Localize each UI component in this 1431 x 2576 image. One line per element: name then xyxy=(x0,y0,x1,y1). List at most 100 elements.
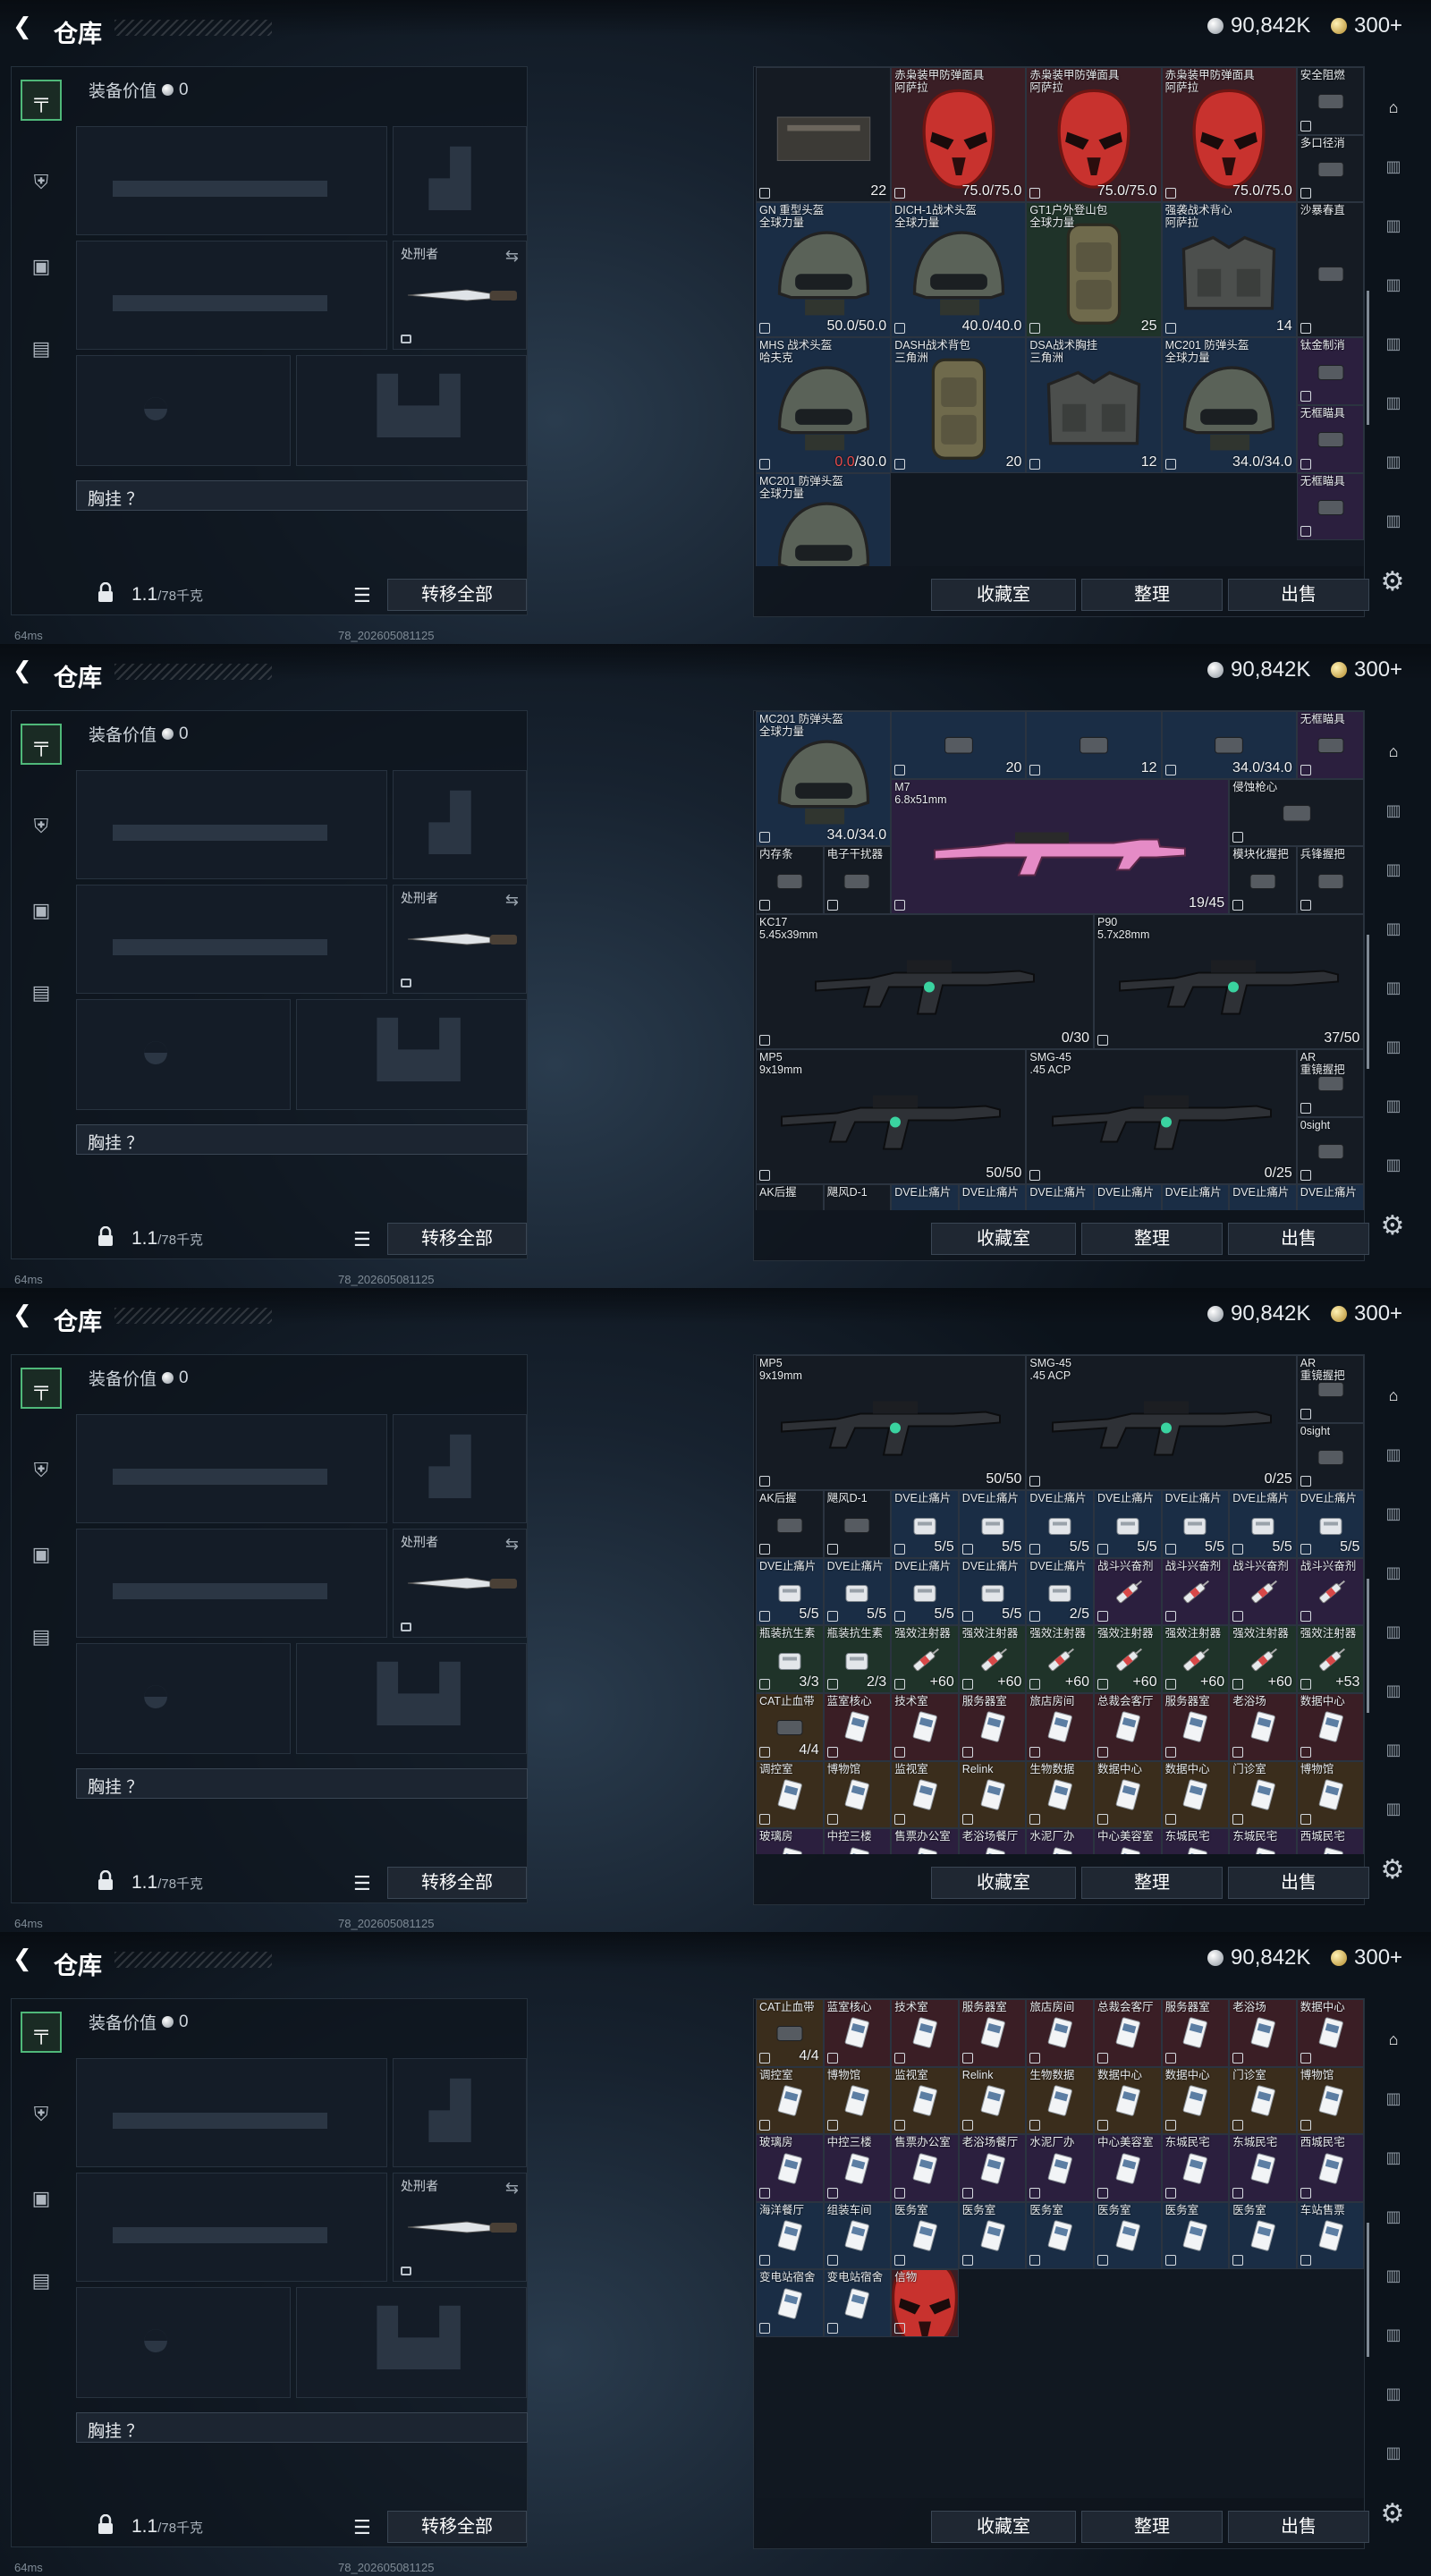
storage-item[interactable]: 信物 xyxy=(891,2269,959,2337)
storage-item[interactable]: 医务室 xyxy=(1094,2201,1162,2270)
storage-item[interactable]: 服务器室 xyxy=(1161,1693,1230,1761)
storage-item[interactable]: 调控室 xyxy=(756,1760,824,1829)
swap-icon[interactable]: ⇆ xyxy=(505,891,519,910)
storage-item[interactable]: 医务室 xyxy=(1026,2201,1094,2270)
storage-item[interactable]: DVE止痛片 5/5 xyxy=(1026,1490,1094,1558)
storage-item[interactable]: 东城民宅 xyxy=(1229,2134,1297,2202)
storage-item[interactable]: 强效注射器 +60 xyxy=(891,1625,959,1693)
storage-item[interactable]: 医务室 xyxy=(1229,2201,1297,2270)
storage-item[interactable]: 东城民宅 xyxy=(1161,1828,1230,1854)
storage-item[interactable]: SMG-45 .45 ACP 0/25 xyxy=(1026,1355,1297,1491)
storage-item[interactable]: 蓝室核心 xyxy=(823,1999,892,2067)
list-icon[interactable]: ☰ xyxy=(353,1872,371,1895)
gear-icon[interactable]: ⚙ xyxy=(1377,1855,1408,1885)
secondary-weapon-slot[interactable]: ▬▬▬▬ xyxy=(76,241,387,350)
storage-item[interactable]: 电子干扰器 xyxy=(823,846,892,914)
storage-item[interactable]: 门诊室 xyxy=(1229,1760,1297,1829)
backpack-tab-icon[interactable]: ▣ xyxy=(21,890,62,931)
storage-item[interactable]: 赤枭装甲防弹面具 阿萨拉 75.0/75.0 xyxy=(1161,67,1297,203)
storage-item[interactable]: DVE止痛片 xyxy=(1094,1184,1162,1210)
storage-item[interactable]: 门诊室 xyxy=(1229,2066,1297,2135)
storage-item[interactable]: 老浴场 xyxy=(1229,1999,1297,2067)
storage-tab-icon[interactable]: ▥ xyxy=(1372,381,1415,424)
collection-button[interactable]: 收藏室 xyxy=(931,579,1076,611)
storage-item[interactable]: 数据中心 xyxy=(1094,2066,1162,2135)
storage-item[interactable]: DVE止痛片 xyxy=(1026,1184,1094,1210)
storage-item[interactable]: 组装车间 xyxy=(823,2201,892,2270)
storage-item[interactable]: 东城民宅 xyxy=(1229,1828,1297,1854)
storage-tab-icon[interactable]: ▥ xyxy=(1372,848,1415,891)
storage-item[interactable]: 安全阻燃 xyxy=(1296,67,1364,135)
rifle-tab-icon[interactable]: ╤ xyxy=(21,724,62,765)
home-icon[interactable]: ⌂ xyxy=(1372,730,1415,773)
storage-item[interactable]: 战斗兴奋剂 xyxy=(1094,1557,1162,1626)
collection-button[interactable]: 收藏室 xyxy=(931,1223,1076,1255)
storage-tab-icon[interactable]: ▥ xyxy=(1372,1025,1415,1068)
chest-rig-slot[interactable]: 胸挂 ？ xyxy=(76,2412,528,2443)
swap-icon[interactable]: ⇆ xyxy=(505,2179,519,2198)
storage-item[interactable]: 旅店房间 xyxy=(1026,1693,1094,1761)
armor-slot[interactable]: ▙▟ xyxy=(296,1643,527,1754)
storage-tab-icon[interactable]: ▥ xyxy=(1372,1433,1415,1476)
storage-item[interactable]: 数据中心 xyxy=(1296,1693,1364,1761)
storage-item[interactable]: 强袭战术背心 阿萨拉 14 xyxy=(1161,202,1297,338)
storage-item[interactable]: CAT止血带 4/4 xyxy=(756,1999,824,2067)
storage-item[interactable]: 0sight xyxy=(1296,1116,1364,1185)
storage-item[interactable]: MHS 战术头盔 哈夫克 0.0/30.0 xyxy=(756,337,892,473)
sell-button[interactable]: 出售 xyxy=(1228,1867,1369,1899)
list-icon[interactable]: ☰ xyxy=(353,584,371,607)
armor-tab-icon[interactable]: ⛨ xyxy=(21,162,62,203)
chest-rig-slot[interactable]: 胸挂 ？ xyxy=(76,1124,528,1155)
case-tab-icon[interactable]: ▤ xyxy=(21,2260,62,2301)
storage-item[interactable]: Relink xyxy=(958,1760,1027,1829)
storage-item[interactable]: AR 重镜握把 xyxy=(1296,1049,1364,1117)
storage-item[interactable]: DVE止痛片 5/5 xyxy=(958,1557,1027,1626)
storage-item[interactable]: DVE止痛片 xyxy=(1161,1184,1230,1210)
storage-tab-icon[interactable]: ▥ xyxy=(1372,2136,1415,2179)
storage-item[interactable]: 无框瞄具 xyxy=(1296,472,1364,541)
primary-weapon-slot[interactable]: ▬▬▬▬ xyxy=(76,770,387,879)
case-tab-icon[interactable]: ▤ xyxy=(21,328,62,369)
storage-item[interactable]: 无框瞄具 xyxy=(1296,711,1364,779)
storage-item[interactable]: 博物馆 xyxy=(1296,2066,1364,2135)
collection-button[interactable]: 收藏室 xyxy=(931,1867,1076,1899)
melee-slot[interactable]: 处刑者 ⇆ xyxy=(393,2173,527,2282)
storage-item[interactable]: SMG-45 .45 ACP 0/25 xyxy=(1026,1049,1297,1185)
sell-button[interactable]: 出售 xyxy=(1228,579,1369,611)
armor-tab-icon[interactable]: ⛨ xyxy=(21,806,62,847)
storage-item[interactable]: Relink xyxy=(958,2066,1027,2135)
storage-tab-icon[interactable]: ▥ xyxy=(1372,907,1415,950)
storage-item[interactable]: 老浴场餐厅 xyxy=(958,1828,1027,1854)
case-tab-icon[interactable]: ▤ xyxy=(21,1616,62,1657)
storage-item[interactable]: DVE止痛片 5/5 xyxy=(891,1557,959,1626)
gear-icon[interactable]: ⚙ xyxy=(1377,567,1408,597)
secondary-weapon-slot[interactable]: ▬▬▬▬ xyxy=(76,885,387,994)
primary-weapon-slot[interactable]: ▬▬▬▬ xyxy=(76,1414,387,1523)
storage-item[interactable]: 西城民宅 xyxy=(1296,1828,1364,1854)
helmet-slot[interactable]: ◒ xyxy=(76,355,291,466)
storage-item[interactable]: 售票办公室 xyxy=(891,2134,959,2202)
storage-item[interactable]: MC201 防弹头盔 全球力量34.0/34.0 xyxy=(756,472,892,566)
storage-item[interactable]: DVE止痛片 xyxy=(1296,1184,1364,1210)
backpack-tab-icon[interactable]: ▣ xyxy=(21,1534,62,1575)
armor-slot[interactable]: ▙▟ xyxy=(296,355,527,466)
secondary-weapon-slot[interactable]: ▬▬▬▬ xyxy=(76,2173,387,2282)
storage-item[interactable]: 飓风D-1 xyxy=(823,1490,892,1558)
storage-item[interactable]: 玻璃房 xyxy=(756,1828,824,1854)
armor-slot[interactable]: ▙▟ xyxy=(296,2287,527,2398)
storage-item[interactable]: DVE止痛片 xyxy=(891,1184,959,1210)
storage-item[interactable]: 强效注射器 +60 xyxy=(958,1625,1027,1693)
storage-tab-icon[interactable]: ▥ xyxy=(1372,204,1415,247)
gear-icon[interactable]: ⚙ xyxy=(1377,2499,1408,2529)
storage-scrollbar[interactable] xyxy=(1367,2223,1369,2357)
storage-tab-icon[interactable]: ▥ xyxy=(1372,1551,1415,1594)
storage-item[interactable]: 12 xyxy=(1026,711,1162,779)
storage-tab-icon[interactable]: ▥ xyxy=(1372,263,1415,306)
melee-slot[interactable]: 处刑者 ⇆ xyxy=(393,241,527,350)
pistol-slot[interactable]: ▟ xyxy=(393,126,527,235)
storage-item[interactable]: 瓶装抗生素 2/3 xyxy=(823,1625,892,1693)
armor-tab-icon[interactable]: ⛨ xyxy=(21,1450,62,1491)
transfer-all-button[interactable]: 转移全部 xyxy=(387,1867,527,1899)
storage-item[interactable]: 强效注射器 +53 xyxy=(1296,1625,1364,1693)
storage-item[interactable]: KC17 5.45x39mm 0/30 xyxy=(756,913,1094,1049)
